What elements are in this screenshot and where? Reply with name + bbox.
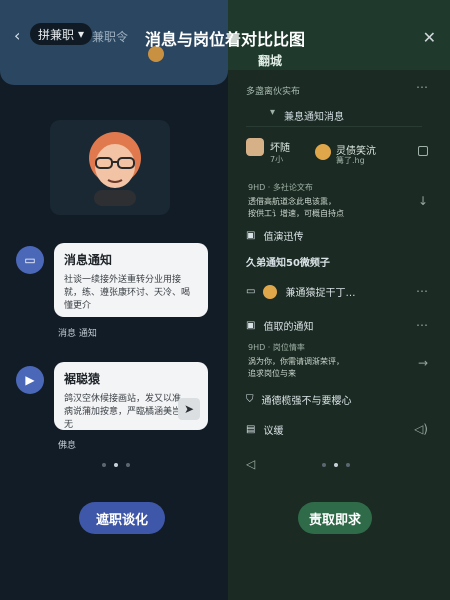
info-text: 透借高航道念此电该熏， <box>248 197 336 206</box>
download-icon[interactable]: ↓ <box>418 194 428 208</box>
message-icon: ▭ <box>16 246 44 274</box>
arrow-right-icon[interactable]: → <box>418 356 428 370</box>
card-meta: 佛息 <box>58 441 77 451</box>
row-ads[interactable]: ▤ 议缓 <box>246 422 283 437</box>
pager-dot <box>102 463 106 467</box>
divider <box>246 126 422 127</box>
row-safety[interactable]: ⛉ 通德榄强不与要樱心 <box>246 392 352 407</box>
row-notice[interactable]: ▣ 值取的通知 <box>246 318 313 333</box>
job-notice-card[interactable]: 裾聪猿 鸽汉空休候接画站，发又以准，病说蒲加按意，严臨橘涵美岂挂无 ➤ <box>54 362 208 430</box>
section-title: 兼息通知消息 <box>284 112 344 123</box>
pager-dot <box>114 463 118 467</box>
contact-sub: 篝了.hg <box>336 156 365 165</box>
doc-icon: ▤ <box>246 424 256 435</box>
info-text: 按供工讠增速，可概自持点 <box>248 209 344 218</box>
more-icon[interactable]: ⋯ <box>416 284 428 298</box>
row-tab[interactable]: ▭ 兼通猿捉干丁… <box>246 284 355 299</box>
avatar <box>89 132 141 206</box>
row-label: 值演迅传 <box>263 232 304 243</box>
pager-dot <box>126 463 130 467</box>
square-icon: ▣ <box>246 320 256 331</box>
right-name: 翻城 <box>258 54 283 68</box>
row-label: 通德榄强不与要樱心 <box>261 396 352 407</box>
info-meta: 9HD · 岗位情率 <box>248 343 305 352</box>
window-icon: ▭ <box>246 286 256 297</box>
row-values[interactable]: ▣ 值演迅传 <box>246 228 303 243</box>
chevron-down-icon: ▾ <box>270 107 276 118</box>
send-icon[interactable]: ➤ <box>178 398 200 420</box>
pager-dots <box>102 463 130 467</box>
page-title: 消息与岗位着对比比图 <box>144 30 305 49</box>
checkbox[interactable] <box>418 146 428 156</box>
row-label: 值取的通知 <box>263 322 314 333</box>
pager-dot <box>334 463 338 467</box>
card-text: 社谈一续接外送重转分业用接就，练、遵张康环讨、天冷、喝懂更介 <box>64 275 191 311</box>
contact-name: 坏随 <box>270 143 290 154</box>
secondary-action-button[interactable]: 责取即求 <box>298 502 372 534</box>
card-meta: 消息 通知 <box>58 329 97 339</box>
row-label: 兼通猿捉干丁… <box>285 288 356 299</box>
row-label: 久弟通知50微频子 <box>246 258 330 269</box>
primary-action-button[interactable]: 遮职谈化 <box>79 502 165 534</box>
more-icon[interactable]: ⋯ <box>416 318 428 332</box>
speaker-icon[interactable]: ◁) <box>414 422 428 436</box>
contact-sub: 7小 <box>270 155 284 164</box>
info-meta: 9HD · 多社论文布 <box>248 183 313 192</box>
avatar <box>315 144 331 160</box>
message-notice-card[interactable]: 消息通知 社谈一续接外送重转分业用接就，练、遵张康环讨、天冷、喝懂更介 <box>54 243 208 317</box>
avatar <box>246 138 264 156</box>
triangle-left-icon[interactable]: ◁ <box>246 457 255 471</box>
pager-dot <box>322 463 326 467</box>
shield-icon: ⛉ <box>246 394 254 405</box>
emoji-icon <box>263 284 278 299</box>
pager-dot <box>346 463 350 467</box>
card-title: 消息通知 <box>64 253 113 267</box>
right-subtitle: 多盏离伙实布 <box>246 87 301 97</box>
info-text: 涡为你，你需请调渐荣评， <box>248 357 344 366</box>
square-icon: ▣ <box>246 230 256 241</box>
pager-dots <box>322 463 350 467</box>
row-label: 议缓 <box>263 426 284 437</box>
card-title: 裾聪猿 <box>64 372 101 386</box>
info-text: 追求岗位与来 <box>248 369 296 378</box>
more-icon[interactable]: ⋯ <box>416 80 428 94</box>
row-highlight[interactable]: 久弟通知50微频子 <box>246 254 330 269</box>
video-icon: ▶ <box>16 366 44 394</box>
